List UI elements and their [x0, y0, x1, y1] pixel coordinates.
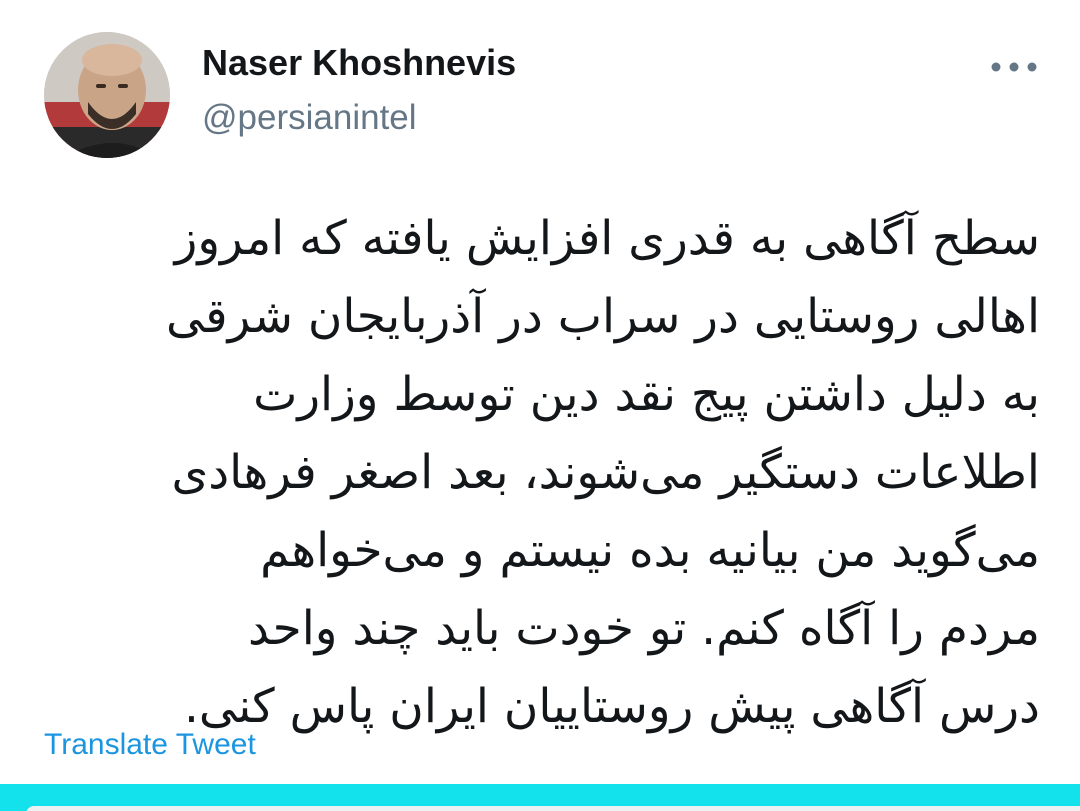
more-horizontal-icon — [991, 62, 1037, 72]
author-display-name[interactable]: Naser Khoshnevis — [202, 42, 516, 84]
more-options-button[interactable] — [984, 48, 1044, 86]
tweet-text: سطح آگاهی به قدری افزایش یافته که امروز … — [40, 200, 1040, 746]
tweet-card: Naser Khoshnevis @persianintel سطح آگاهی… — [0, 0, 1080, 811]
tweet-text-line: مردم را آگاه کنم. تو خودت باید چند واحد — [248, 601, 1040, 656]
tweet-text-line: اطلاعات دستگیر می‌شوند، بعد اصغر فرهادی — [171, 445, 1040, 500]
translate-tweet-link[interactable]: Translate Tweet — [44, 728, 256, 762]
next-card-edge — [26, 806, 1080, 811]
tweet-text-line: اهالی روستایی در سراب در آذربایجان شرقی — [166, 289, 1040, 344]
tweet-text-line: می‌گوید من بیانیه بده نیستم و می‌خواهم — [260, 523, 1040, 578]
tweet-text-line: سطح آگاهی به قدری افزایش یافته که امروز — [174, 211, 1040, 266]
tweet-header: Naser Khoshnevis @persianintel — [0, 0, 1080, 170]
avatar[interactable] — [44, 32, 170, 158]
profile-photo-icon — [44, 32, 170, 158]
author-handle[interactable]: @persianintel — [202, 98, 417, 138]
tweet-text-line: به دلیل داشتن پیج نقد دین توسط وزارت — [253, 367, 1040, 422]
